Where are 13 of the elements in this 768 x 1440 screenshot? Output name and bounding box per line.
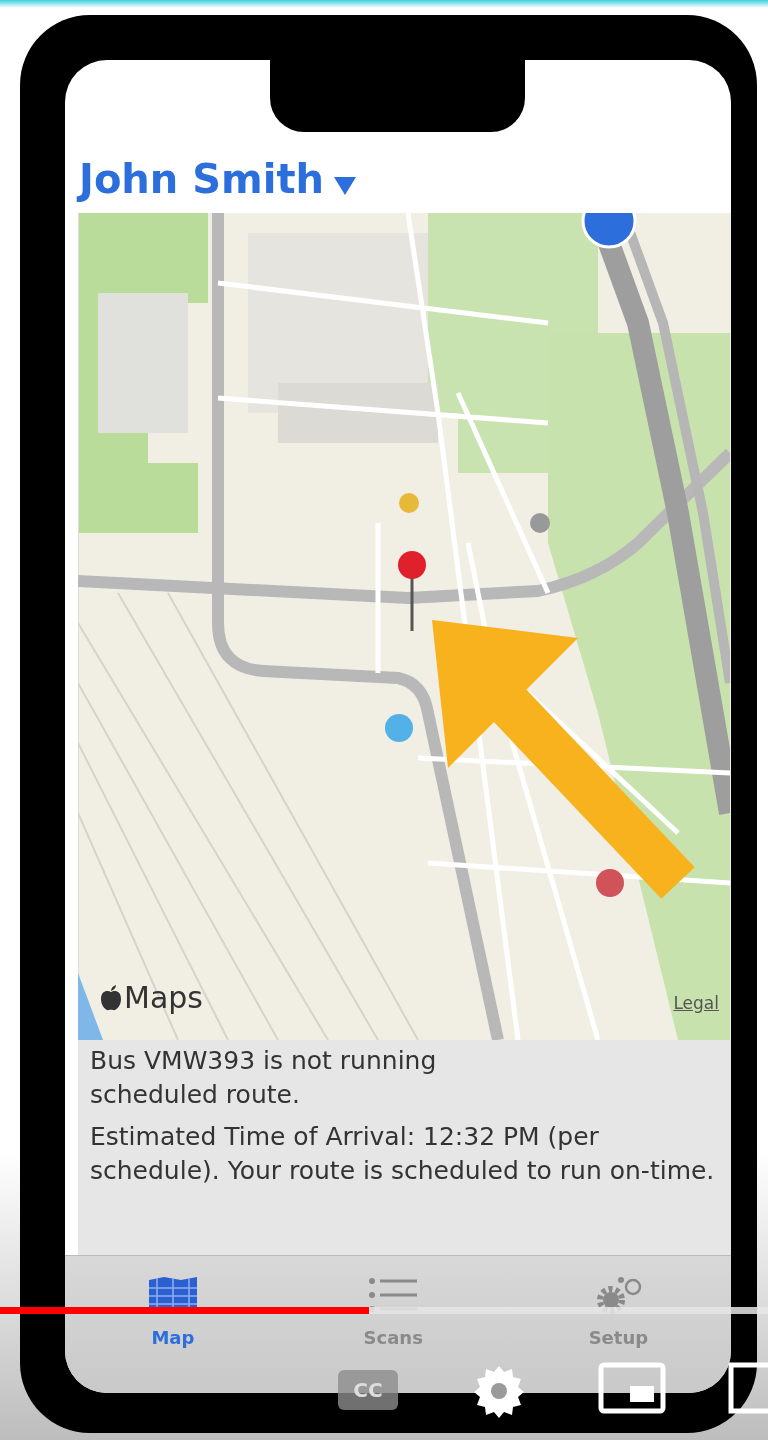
- map-view[interactable]: Maps Legal: [78, 213, 731, 1040]
- status-message: Bus VMW393 is not running scheduled route.: [90, 1045, 438, 1111]
- video-progress-bar[interactable]: [0, 1307, 768, 1314]
- theater-mode-button[interactable]: [728, 1362, 768, 1414]
- miniplayer-button[interactable]: [598, 1362, 666, 1414]
- map-attribution-label: Maps: [124, 979, 203, 1017]
- location-pin-icon: [398, 551, 426, 631]
- legal-link[interactable]: Legal: [673, 990, 719, 1016]
- captions-button[interactable]: CC: [338, 1370, 398, 1410]
- tab-button[interactable]: Setup: [588, 1276, 649, 1351]
- status-message: Estimated Time of Arrival: 12:32 PM (per schedule). Your route is scheduled to run on-time.: [90, 1121, 716, 1187]
- apple-logo-icon: [100, 984, 122, 1011]
- dropdown-caret-icon[interactable]: [332, 175, 359, 197]
